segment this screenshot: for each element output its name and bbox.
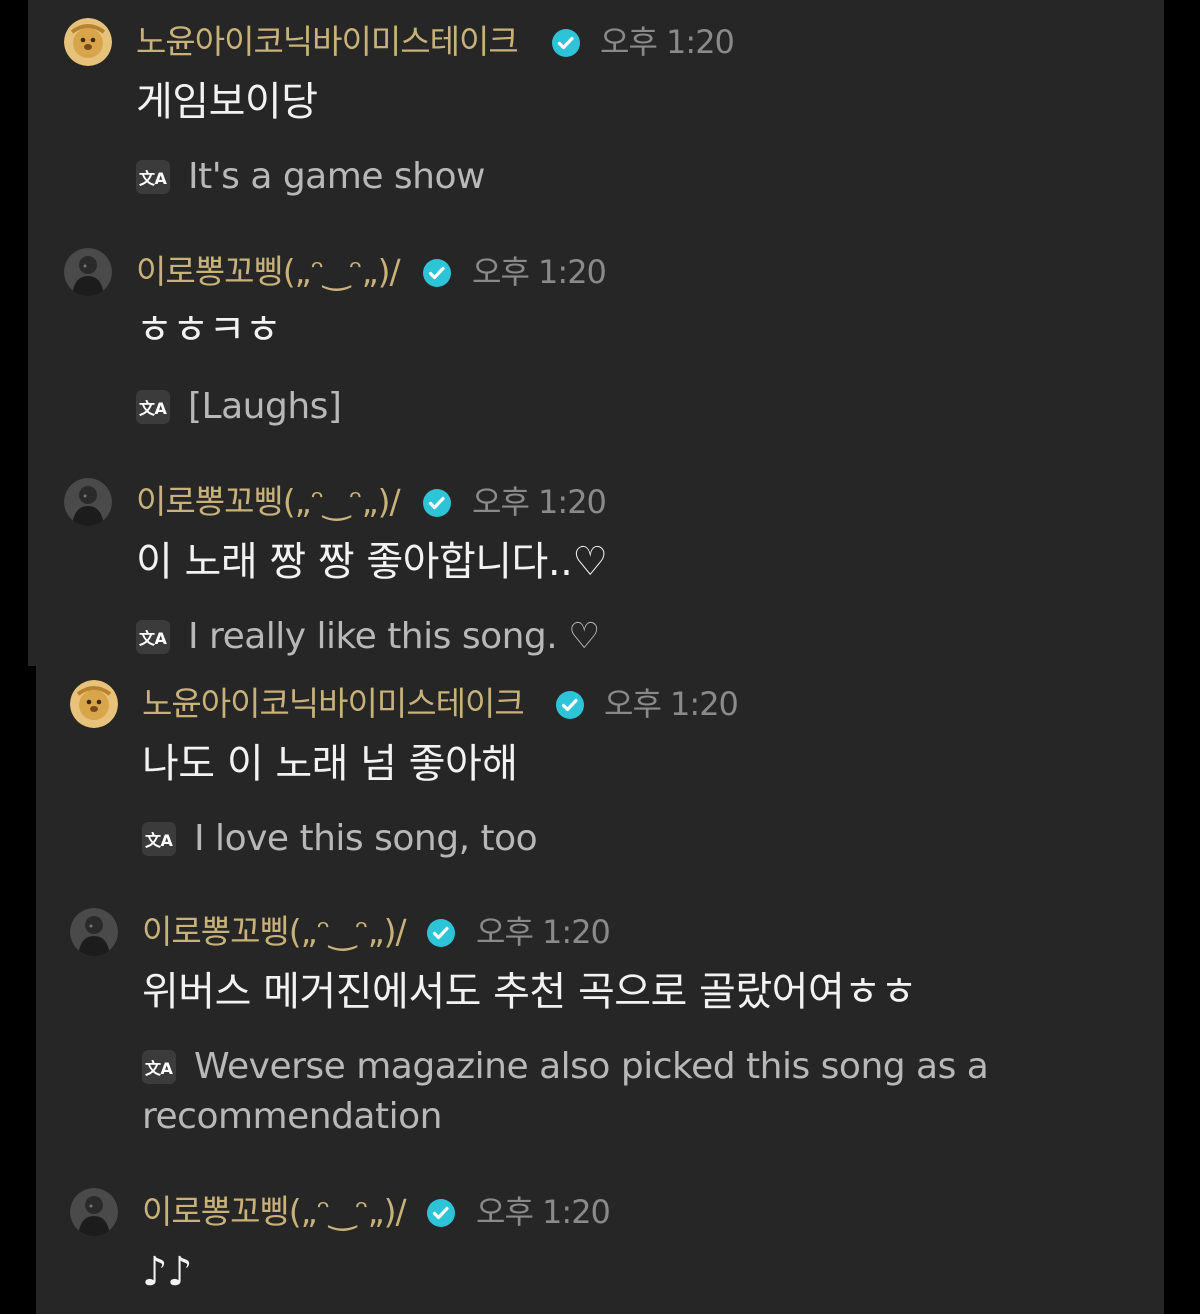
chat-message: 이로뽕꼬삥(„ᵔ‿ᵔ„)/ 오후 1:20 위버스 메거진에서도 추천 곡으로 …: [70, 908, 1170, 1148]
message-text: ♪♪: [142, 1249, 193, 1295]
svg-text:文A: 文A: [139, 629, 168, 648]
chat-message: 노윤아이코닉바이미스테이크 오후 1:20 나도 이 노래 넘 좋아해 文A I…: [70, 680, 1170, 870]
timestamp: 오후 1:20: [476, 913, 611, 951]
translation-text: Weverse magazine also picked this song a…: [194, 1046, 989, 1087]
translation-text-continued: recommendation: [142, 1096, 442, 1137]
username[interactable]: 이로뽕꼬삥(„ᵔ‿ᵔ„)/: [142, 912, 407, 952]
chat-message: 이로뽕꼬삥(„ᵔ‿ᵔ„)/ 오후 1:20 이 노래 짱 짱 좋아합니다..♡ …: [64, 478, 1164, 668]
translation: 文A It's a game show: [136, 152, 485, 202]
translation: 文A I really like this song. ♡: [136, 612, 600, 662]
translate-icon[interactable]: 文A: [136, 620, 170, 654]
translate-icon[interactable]: 文A: [136, 160, 170, 194]
timestamp: 오후 1:20: [476, 1193, 611, 1231]
username[interactable]: 이로뽕꼬삥(„ᵔ‿ᵔ„)/: [136, 482, 401, 522]
chat-message: 노윤아이코닉바이미스테이크 오후 1:20 게임보이당 文A It's a ga…: [64, 18, 1164, 208]
message-text: 이 노래 짱 짱 좋아합니다..♡: [136, 539, 608, 585]
svg-text:文A: 文A: [139, 169, 168, 188]
dark-photo-avatar[interactable]: [70, 908, 118, 956]
translate-icon[interactable]: 文A: [142, 822, 176, 856]
translation: 文A [Laughs]: [136, 382, 342, 432]
svg-text:文A: 文A: [139, 399, 168, 418]
translation-text: I love this song, too: [194, 818, 538, 859]
svg-text:文A: 文A: [145, 1059, 174, 1078]
translation: 文A I love this song, too: [142, 814, 538, 864]
chat-message: 이로뽕꼬삥(„ᵔ‿ᵔ„)/ 오후 1:20 ㅎㅎㅋㅎ 文A [Laughs]: [64, 248, 1164, 438]
verified-badge-icon: [422, 488, 452, 518]
verified-badge-icon: [551, 28, 581, 58]
dark-photo-avatar[interactable]: [64, 248, 112, 296]
lion-avatar[interactable]: [64, 18, 112, 66]
message-text: ㅎㅎㅋㅎ: [136, 307, 282, 353]
timestamp: 오후 1:20: [472, 253, 607, 291]
message-text: 나도 이 노래 넘 좋아해: [142, 741, 518, 787]
verified-badge-icon: [426, 1198, 456, 1228]
message-text: 게임보이당: [136, 79, 318, 125]
username[interactable]: 이로뽕꼬삥(„ᵔ‿ᵔ„)/: [142, 1192, 407, 1232]
username[interactable]: 노윤아이코닉바이미스테이크: [136, 22, 519, 62]
translate-icon[interactable]: 文A: [142, 1050, 176, 1084]
username[interactable]: 이로뽕꼬삥(„ᵔ‿ᵔ„)/: [136, 252, 401, 292]
verified-badge-icon: [426, 918, 456, 948]
message-text: 위버스 메거진에서도 추천 곡으로 골랐어여ㅎㅎ: [142, 969, 917, 1015]
verified-badge-icon: [555, 690, 585, 720]
dark-photo-avatar[interactable]: [70, 1188, 118, 1236]
timestamp: 오후 1:20: [472, 483, 607, 521]
translation-text: I really like this song. ♡: [188, 616, 600, 657]
timestamp: 오후 1:20: [604, 685, 739, 723]
username[interactable]: 노윤아이코닉바이미스테이크: [142, 684, 525, 724]
translation-text: It's a game show: [188, 156, 485, 197]
translation: 文A Weverse magazine also picked this son…: [142, 1042, 989, 1142]
chat-message: 이로뽕꼬삥(„ᵔ‿ᵔ„)/ 오후 1:20 ♪♪: [70, 1188, 1170, 1308]
verified-badge-icon: [422, 258, 452, 288]
dark-photo-avatar[interactable]: [64, 478, 112, 526]
translate-icon[interactable]: 文A: [136, 390, 170, 424]
timestamp: 오후 1:20: [600, 23, 735, 61]
svg-text:文A: 文A: [145, 831, 174, 850]
lion-avatar[interactable]: [70, 680, 118, 728]
